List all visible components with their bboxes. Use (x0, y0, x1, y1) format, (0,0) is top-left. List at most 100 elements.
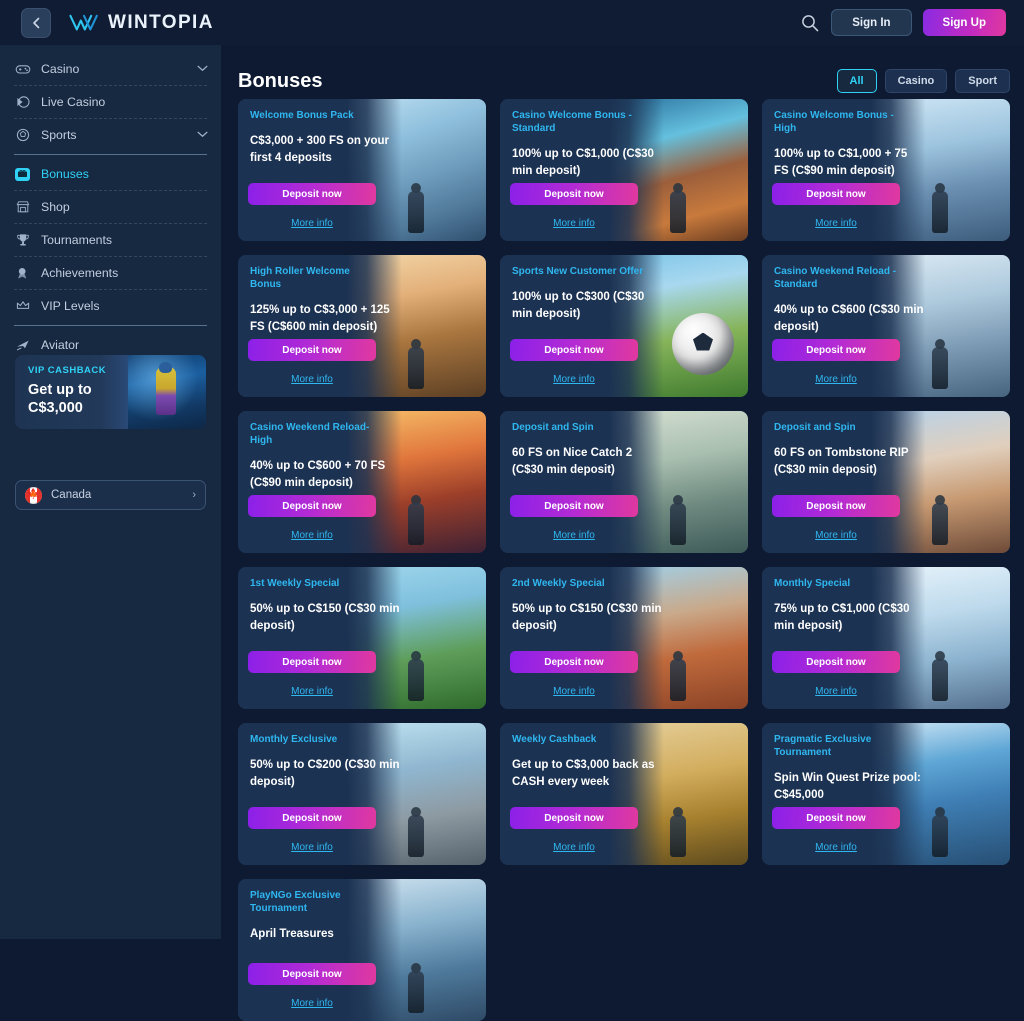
bonus-card-title: 2nd Weekly Special (512, 578, 605, 589)
more-info-link[interactable]: More info (248, 998, 376, 1009)
bonus-card-description: Get up to C$3,000 back as CASH every wee… (512, 759, 655, 788)
gamepad-icon (13, 61, 32, 78)
sidebar-item-label: VIP Levels (41, 299, 100, 313)
chevron-down-icon[interactable] (197, 64, 208, 75)
bonus-card[interactable]: Monthly Exclusive 50% up to C$200 (C$30 m… (238, 723, 486, 865)
more-info-link[interactable]: More info (510, 530, 638, 541)
more-info-link[interactable]: More info (248, 842, 376, 853)
sidebar-item-shop[interactable]: Shop (13, 191, 208, 223)
brand[interactable]: WINTOPIA (68, 12, 214, 34)
bonus-card-description: 100% up to C$1,000 (C$30 min deposit) (512, 148, 654, 177)
more-info-link[interactable]: More info (248, 374, 376, 385)
more-info-link[interactable]: More info (510, 374, 638, 385)
top-bar-actions: Sign In Sign Up (800, 9, 1006, 36)
sidebar-item-label: Tournaments (41, 233, 113, 247)
vip-banner-headline: Get up to C$3,000 (28, 381, 148, 417)
deposit-now-button[interactable]: Deposit now (510, 495, 638, 517)
filter-all[interactable]: All (836, 69, 877, 93)
bonus-card[interactable]: Weekly Cashback Get up to C$3,000 back as… (500, 723, 748, 865)
deposit-now-button[interactable]: Deposit now (772, 495, 900, 517)
sidebar-item-bonuses[interactable]: Bonuses (13, 158, 208, 190)
bonus-card[interactable]: Sports New Customer Offer 100% up to C$30… (500, 255, 748, 397)
filter-label: All (849, 75, 864, 87)
bonus-card[interactable]: Deposit and Spin 60 FS on Nice Catch 2 (C… (500, 411, 748, 553)
bonus-card-title: Monthly Special (774, 578, 851, 589)
bonus-card[interactable]: PlayNGo Exclusive Tournament April Treasu… (238, 879, 486, 1021)
more-info-link[interactable]: More info (772, 686, 900, 697)
vip-cashback-banner[interactable]: VIP CASHBACK Get up to C$3,000 (15, 355, 206, 429)
more-info-link[interactable]: More info (510, 218, 638, 229)
live-play-icon (13, 94, 32, 111)
more-info-link[interactable]: More info (248, 218, 376, 229)
store-icon (13, 199, 32, 216)
bonus-card-description: 75% up to C$1,000 (C$30 min deposit) (774, 603, 910, 632)
bonus-card[interactable]: 2nd Weekly Special 50% up to C$150 (C$30 … (500, 567, 748, 709)
sidebar-item-tournaments[interactable]: Tournaments (13, 224, 208, 256)
more-info-link[interactable]: More info (772, 842, 900, 853)
bonus-card[interactable]: Casino Weekend Reload - Standard 40% up t… (762, 255, 1010, 397)
sidebar-nav: Casino Live Casino Sports Bonuses Shop Tourna… (0, 45, 221, 361)
bonus-card-title: Pragmatic Exclusive Tournament (774, 734, 872, 758)
more-info-link[interactable]: More info (248, 686, 376, 697)
sidebar-item-label: Live Casino (41, 95, 106, 109)
bonus-card-title: Welcome Bonus Pack (250, 110, 354, 121)
deposit-now-button[interactable]: Deposit now (772, 183, 900, 205)
deposit-now-button[interactable]: Deposit now (248, 495, 376, 517)
bonus-card[interactable]: Deposit and Spin 60 FS on Tombstone RIP (… (762, 411, 1010, 553)
bonus-card[interactable]: High Roller Welcome Bonus 125% up to C$3,… (238, 255, 486, 397)
deposit-now-button[interactable]: Deposit now (248, 807, 376, 829)
sidebar-item-casino[interactable]: Casino (13, 53, 208, 85)
bonus-card-grid: Welcome Bonus Pack C$3,000 + 300 FS on yo… (221, 99, 1024, 1021)
deposit-now-button[interactable]: Deposit now (772, 651, 900, 673)
plane-icon (13, 337, 32, 354)
main-header: Bonuses All Casino Sport (221, 45, 1024, 99)
bonus-card[interactable]: Welcome Bonus Pack C$3,000 + 300 FS on yo… (238, 99, 486, 241)
deposit-now-button[interactable]: Deposit now (510, 651, 638, 673)
sidebar-item-sports[interactable]: Sports (13, 119, 208, 151)
soccer-icon (13, 127, 32, 144)
bonus-card-description: 40% up to C$600 (C$30 min deposit) (774, 304, 924, 333)
more-info-link[interactable]: More info (772, 530, 900, 541)
deposit-now-button[interactable]: Deposit now (772, 807, 900, 829)
search-icon[interactable] (800, 13, 820, 33)
bonus-card[interactable]: Casino Welcome Bonus - High 100% up to C$… (762, 99, 1010, 241)
deposit-now-button[interactable]: Deposit now (248, 339, 376, 361)
page-title: Bonuses (238, 69, 323, 92)
sidebar-item-label: Sports (41, 128, 77, 142)
more-info-link[interactable]: More info (248, 530, 376, 541)
sidebar-collapse-button[interactable] (21, 7, 51, 38)
deposit-now-button[interactable]: Deposit now (248, 183, 376, 205)
sign-up-button[interactable]: Sign Up (922, 9, 1006, 36)
country-selector[interactable]: 🍁 Canada › (15, 480, 206, 510)
sidebar-item-live-casino[interactable]: Live Casino (13, 86, 208, 118)
more-info-link[interactable]: More info (510, 686, 638, 697)
filter-casino[interactable]: Casino (884, 69, 948, 93)
sidebar-item-achievements[interactable]: Achievements (13, 257, 208, 289)
sidebar-item-vip-levels[interactable]: VIP Levels (13, 290, 208, 322)
bonus-card-description: 100% up to C$1,000 + 75 FS (C$90 min dep… (774, 148, 908, 177)
vip-banner-label: VIP CASHBACK (28, 365, 107, 376)
sidebar: Casino Live Casino Sports Bonuses Shop Tourna… (0, 45, 221, 939)
more-info-link[interactable]: More info (772, 374, 900, 385)
bonus-card[interactable]: Monthly Special 75% up to C$1,000 (C$30 m… (762, 567, 1010, 709)
bonus-card[interactable]: Casino Welcome Bonus - Standard 100% up t… (500, 99, 748, 241)
bonus-card-title: Casino Weekend Reload - Standard (774, 266, 897, 290)
filter-sport[interactable]: Sport (955, 69, 1010, 93)
bonus-card-description: April Treasures (250, 928, 334, 940)
deposit-now-button[interactable]: Deposit now (772, 339, 900, 361)
chevron-down-icon[interactable] (197, 130, 208, 141)
bonus-card[interactable]: 1st Weekly Special 50% up to C$150 (C$30 … (238, 567, 486, 709)
deposit-now-button[interactable]: Deposit now (510, 183, 638, 205)
bonus-card[interactable]: Casino Weekend Reload-High 40% up to C$60… (238, 411, 486, 553)
medal-icon (13, 265, 32, 282)
deposit-now-button[interactable]: Deposit now (248, 963, 376, 985)
bonus-card-description: 60 FS on Tombstone RIP (C$30 min deposit… (774, 447, 909, 476)
deposit-now-button[interactable]: Deposit now (510, 807, 638, 829)
bonus-card[interactable]: Pragmatic Exclusive Tournament Spin Win Q… (762, 723, 1010, 865)
deposit-now-button[interactable]: Deposit now (510, 339, 638, 361)
bonus-card-description: 50% up to C$200 (C$30 min deposit) (250, 759, 400, 788)
more-info-link[interactable]: More info (772, 218, 900, 229)
sign-in-button[interactable]: Sign In (831, 9, 912, 36)
deposit-now-button[interactable]: Deposit now (248, 651, 376, 673)
more-info-link[interactable]: More info (510, 842, 638, 853)
